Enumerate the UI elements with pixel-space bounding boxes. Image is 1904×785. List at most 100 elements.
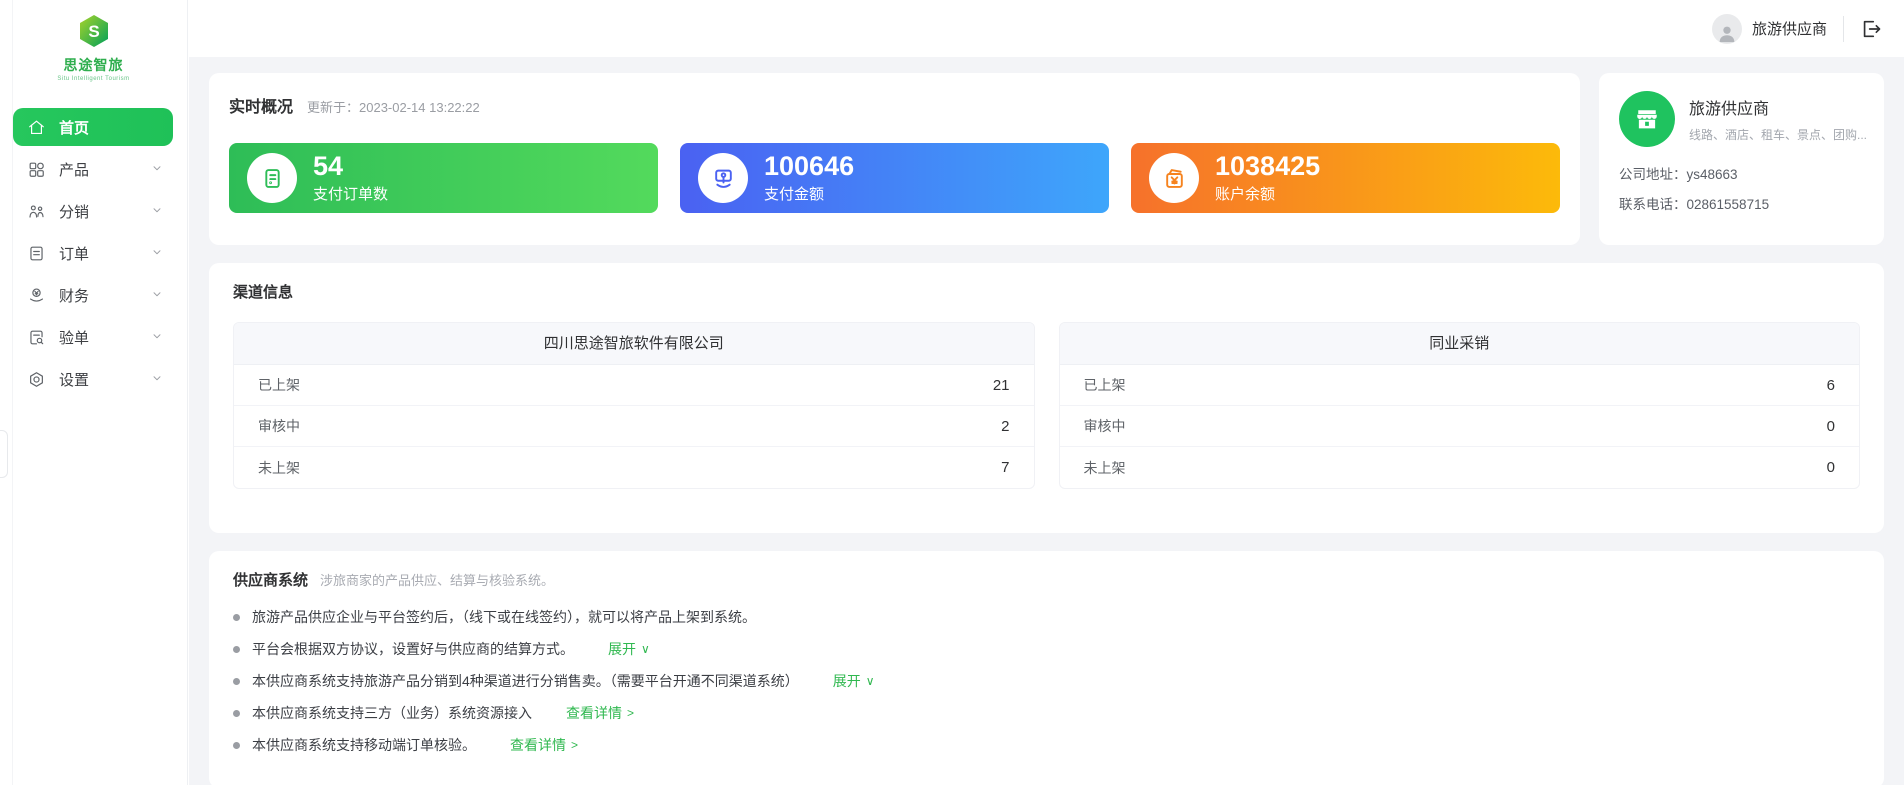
pay-card-hand-icon xyxy=(698,153,748,203)
arrow-right-icon: > xyxy=(571,736,578,755)
sidebar-item-home[interactable]: 首页 xyxy=(13,108,173,146)
bullet-dot-icon xyxy=(233,678,240,685)
sidebar: S 思途智旅 Situ Intelligent Tourism 首页 产品 分销 xyxy=(0,0,188,785)
bullet-text: 平台会根据双方协议，设置好与供应商的结算方式。 xyxy=(252,640,574,659)
user-icon xyxy=(1716,22,1738,44)
stat-value: 54 xyxy=(313,152,388,180)
topbar: 旅游供应商 xyxy=(189,0,1904,57)
brand-tagline: Situ Intelligent Tourism xyxy=(0,76,187,82)
document-icon xyxy=(27,243,47,263)
table-row: 审核中 0 xyxy=(1060,406,1860,447)
grid-icon xyxy=(27,159,47,179)
chevron-down-icon: ∨ xyxy=(866,672,875,691)
bullet-text: 本供应商系统支持移动端订单核验。 xyxy=(252,736,476,755)
table-header: 四川思途智旅软件有限公司 xyxy=(234,323,1034,365)
supplier-info-card: 旅游供应商 线路、酒店、租车、景点、团购... 公司地址：ys48663 联系电… xyxy=(1599,73,1884,245)
view-details-link[interactable]: 查看详情> xyxy=(566,704,634,723)
bullet-dot-icon xyxy=(233,646,240,653)
chevron-down-icon xyxy=(151,287,163,304)
arrow-right-icon: > xyxy=(627,704,634,723)
logo: S 思途智旅 Situ Intelligent Tourism xyxy=(0,0,187,82)
logout-icon xyxy=(1860,18,1882,40)
row-label: 未上架 xyxy=(258,458,300,478)
supplier-phone: 联系电话：02861558715 xyxy=(1619,193,1864,213)
home-icon xyxy=(27,117,47,137)
row-value: 0 xyxy=(1827,459,1835,476)
row-label: 已上架 xyxy=(258,375,300,395)
sidebar-item-orders[interactable]: 订单 xyxy=(13,234,173,272)
supplier-system-card: 供应商系统 涉旅商家的产品供应、结算与核验系统。 旅游产品供应企业与平台签约后，… xyxy=(209,551,1884,785)
channel-info-card: 渠道信息 四川思途智旅软件有限公司 已上架 21 审核中 2 未上架 7 同业采… xyxy=(209,263,1884,533)
channel-title: 渠道信息 xyxy=(233,281,1860,302)
expand-link[interactable]: 展开∨ xyxy=(833,672,875,691)
realtime-overview-card: 实时概况 更新于：2023-02-14 13:22:22 54 支付订单数 xyxy=(209,73,1580,245)
finance-icon xyxy=(27,285,47,305)
bullet-dot-icon xyxy=(233,614,240,621)
avatar[interactable] xyxy=(1712,14,1742,44)
logout-button[interactable] xyxy=(1860,17,1884,41)
main-content: 实时概况 更新于：2023-02-14 13:22:22 54 支付订单数 xyxy=(189,57,1904,785)
table-row: 未上架 7 xyxy=(234,447,1034,488)
sidebar-item-label: 设置 xyxy=(59,369,89,390)
supplier-address: 公司地址：ys48663 xyxy=(1619,163,1864,183)
row-label: 未上架 xyxy=(1084,458,1126,478)
list-item: 旅游产品供应企业与平台签约后，（线下或在线签约），就可以将产品上架到系统。 xyxy=(233,608,1860,627)
storefront-icon xyxy=(1619,91,1675,147)
table-row: 已上架 21 xyxy=(234,365,1034,406)
table-header: 同业采销 xyxy=(1060,323,1860,365)
view-details-link[interactable]: 查看详情> xyxy=(510,736,578,755)
drawer-handle[interactable] xyxy=(0,430,8,478)
row-value: 6 xyxy=(1827,377,1835,394)
sidebar-item-distribution[interactable]: 分销 xyxy=(13,192,173,230)
sidebar-item-label: 首页 xyxy=(59,117,89,138)
chevron-down-icon: ∨ xyxy=(641,640,650,659)
expand-link[interactable]: 展开∨ xyxy=(608,640,650,659)
list-item: 本供应商系统支持三方（业务）系统资源接入 查看详情> xyxy=(233,704,1860,723)
chevron-down-icon xyxy=(151,371,163,388)
chevron-down-icon xyxy=(151,245,163,262)
overview-updated-at: 更新于：2023-02-14 13:22:22 xyxy=(307,97,480,116)
stat-value: 1038425 xyxy=(1215,152,1320,180)
row-value: 21 xyxy=(993,377,1010,394)
sidebar-item-label: 产品 xyxy=(59,159,89,180)
stat-card-account-balance: 1038425 账户余额 xyxy=(1131,143,1560,213)
sidebar-nav: 首页 产品 分销 订单 财务 xyxy=(0,108,187,398)
bullet-text: 本供应商系统支持三方（业务）系统资源接入 xyxy=(252,704,532,723)
wallet-yuan-icon xyxy=(1149,153,1199,203)
row-value: 7 xyxy=(1001,459,1009,476)
bullet-dot-icon xyxy=(233,742,240,749)
order-receipt-icon xyxy=(247,153,297,203)
list-item: 平台会根据双方协议，设置好与供应商的结算方式。 展开∨ xyxy=(233,640,1860,659)
stat-value: 100646 xyxy=(764,152,854,180)
supplier-subtitle: 线路、酒店、租车、景点、团购... xyxy=(1689,126,1867,143)
stat-label: 账户余额 xyxy=(1215,183,1320,204)
sidebar-item-label: 验单 xyxy=(59,327,89,348)
brand-logo-icon: S xyxy=(76,13,112,49)
channel-table-company: 四川思途智旅软件有限公司 已上架 21 审核中 2 未上架 7 xyxy=(233,322,1035,489)
brand-name: 思途智旅 xyxy=(0,55,187,75)
bullet-dot-icon xyxy=(233,710,240,717)
sidebar-item-label: 订单 xyxy=(59,243,89,264)
row-label: 已上架 xyxy=(1084,375,1126,395)
list-item: 本供应商系统支持旅游产品分销到4种渠道进行分销售卖。（需要平台开通不同渠道系统）… xyxy=(233,672,1860,691)
stat-card-paid-orders: 54 支付订单数 xyxy=(229,143,658,213)
table-row: 未上架 0 xyxy=(1060,447,1860,488)
list-item: 本供应商系统支持移动端订单核验。 查看详情> xyxy=(233,736,1860,755)
sidebar-item-products[interactable]: 产品 xyxy=(13,150,173,188)
svg-text:S: S xyxy=(88,22,99,41)
topbar-user-name[interactable]: 旅游供应商 xyxy=(1752,18,1827,39)
bullet-text: 旅游产品供应企业与平台签约后，（线下或在线签约），就可以将产品上架到系统。 xyxy=(252,608,756,627)
chevron-down-icon xyxy=(151,203,163,220)
row-label: 审核中 xyxy=(258,416,300,436)
people-icon xyxy=(27,201,47,221)
sidebar-item-label: 分销 xyxy=(59,201,89,222)
sidebar-item-verify[interactable]: 验单 xyxy=(13,318,173,356)
row-label: 审核中 xyxy=(1084,416,1126,436)
chevron-down-icon xyxy=(151,329,163,346)
sidebar-item-settings[interactable]: 设置 xyxy=(13,360,173,398)
stat-label: 支付订单数 xyxy=(313,183,388,204)
overview-title: 实时概况 xyxy=(229,93,293,117)
topbar-divider xyxy=(1843,16,1844,42)
system-title: 供应商系统 xyxy=(233,569,308,590)
sidebar-item-finance[interactable]: 财务 xyxy=(13,276,173,314)
